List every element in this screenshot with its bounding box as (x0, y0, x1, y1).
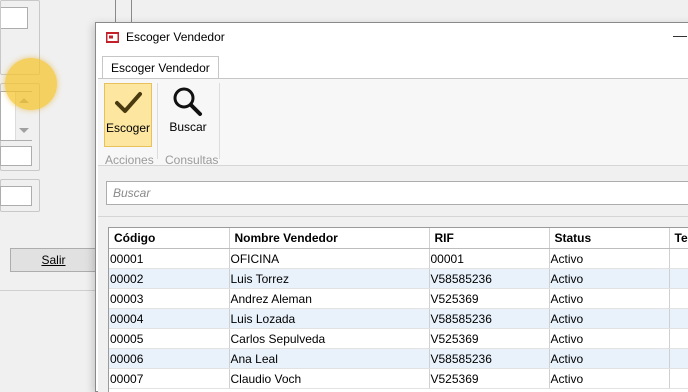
column-header[interactable]: RIF (429, 228, 550, 249)
divider (115, 0, 116, 22)
title-bar[interactable]: Escoger Vendedor — (96, 23, 688, 53)
click-highlight (5, 58, 57, 110)
cell-name: Andrez Aleman (229, 288, 430, 309)
cell-rif: V58585236 (429, 348, 550, 369)
cell-rif: V525369 (429, 328, 550, 349)
cell-name: Ana Leal (229, 348, 430, 369)
ribbon: Escoger Buscar Acciones Consultas (98, 78, 688, 167)
cell-phone (669, 308, 688, 329)
scroll-down-icon[interactable] (19, 128, 29, 133)
table-row[interactable]: 00001 OFICINA 00001 Activo (109, 248, 688, 269)
divider (131, 0, 132, 22)
bg-text-field[interactable] (0, 146, 32, 166)
cell-code: 00001 (109, 248, 230, 269)
cell-rif: V58585236 (429, 308, 550, 329)
cell-status: Activo (549, 288, 670, 309)
cell-name: Carlos Sepulveda (229, 328, 430, 349)
search-button[interactable]: Buscar (164, 83, 212, 147)
cell-phone (669, 268, 688, 289)
cell-code: 00005 (109, 328, 230, 349)
cell-phone (669, 248, 688, 269)
cell-code: 00004 (109, 308, 230, 329)
table-header-row: Código Nombre Vendedor RIF Status Tel (109, 228, 688, 249)
ribbon-group-label: Consultas (165, 153, 219, 167)
choose-button[interactable]: Escoger (104, 83, 152, 147)
divider (98, 216, 688, 217)
cell-status: Activo (549, 348, 670, 369)
checkmark-icon (115, 92, 142, 113)
choose-button-label: Escoger (105, 121, 151, 135)
ribbon-tab-strip: Escoger Vendedor (96, 53, 688, 79)
column-header[interactable]: Código (109, 228, 230, 249)
column-header[interactable]: Status (549, 228, 670, 249)
cell-code: 00003 (109, 288, 230, 309)
cell-code: 00007 (109, 368, 230, 389)
cell-name: OFICINA (229, 248, 430, 269)
cell-status: Activo (549, 328, 670, 349)
exit-button-label: Salir (41, 253, 66, 267)
cell-rif: V525369 (429, 368, 550, 389)
table-row[interactable]: 00007 Claudio Voch V525369 Activo (109, 368, 688, 389)
cell-rif: V525369 (429, 288, 550, 309)
search-button-label: Buscar (169, 120, 207, 134)
cell-name: Claudio Voch (229, 368, 430, 389)
tab-escoger-vendedor[interactable]: Escoger Vendedor (102, 56, 219, 79)
app-icon (106, 32, 119, 43)
exit-button[interactable]: Salir (10, 248, 97, 272)
table-row[interactable]: 00002 Luis Torrez V58585236 Activo (109, 268, 688, 289)
divider (0, 290, 100, 291)
choose-seller-dialog: Escoger Vendedor — Escoger Vendedor Esco… (95, 22, 688, 392)
cell-phone (669, 328, 688, 349)
cell-status: Activo (549, 248, 670, 269)
column-header[interactable]: Nombre Vendedor (229, 228, 430, 249)
table-row[interactable]: 00003 Andrez Aleman V525369 Activo (109, 288, 688, 309)
window-title: Escoger Vendedor (126, 30, 225, 44)
sellers-grid[interactable]: Código Nombre Vendedor RIF Status Tel 00… (108, 227, 688, 392)
column-header[interactable]: Tel (669, 228, 688, 249)
table-row[interactable]: 00005 Carlos Sepulveda V525369 Activo (109, 328, 688, 349)
cell-phone (669, 348, 688, 369)
cell-name: Luis Torrez (229, 268, 430, 289)
group-separator (157, 83, 158, 159)
table-row[interactable]: 00004 Luis Lozada V58585236 Activo (109, 308, 688, 329)
cell-phone (669, 288, 688, 309)
group-separator (219, 83, 220, 159)
minimize-icon[interactable]: — (673, 27, 687, 43)
cell-rif: 00001 (429, 248, 550, 269)
cell-rif: V58585236 (429, 268, 550, 289)
cell-code: 00002 (109, 268, 230, 289)
bg-text-field[interactable] (0, 186, 32, 206)
table-row[interactable]: 00006 Ana Leal V58585236 Activo (109, 348, 688, 369)
content-area: Código Nombre Vendedor RIF Status Tel 00… (98, 166, 688, 392)
cell-name: Luis Lozada (229, 308, 430, 329)
search-input[interactable] (107, 182, 688, 204)
cell-code: 00006 (109, 348, 230, 369)
magnifier-icon (173, 87, 202, 116)
cell-status: Activo (549, 308, 670, 329)
cell-status: Activo (549, 268, 670, 289)
ribbon-group-label: Acciones (105, 153, 154, 167)
cell-phone (669, 368, 688, 389)
search-field[interactable] (106, 181, 688, 205)
cell-status: Activo (549, 368, 670, 389)
